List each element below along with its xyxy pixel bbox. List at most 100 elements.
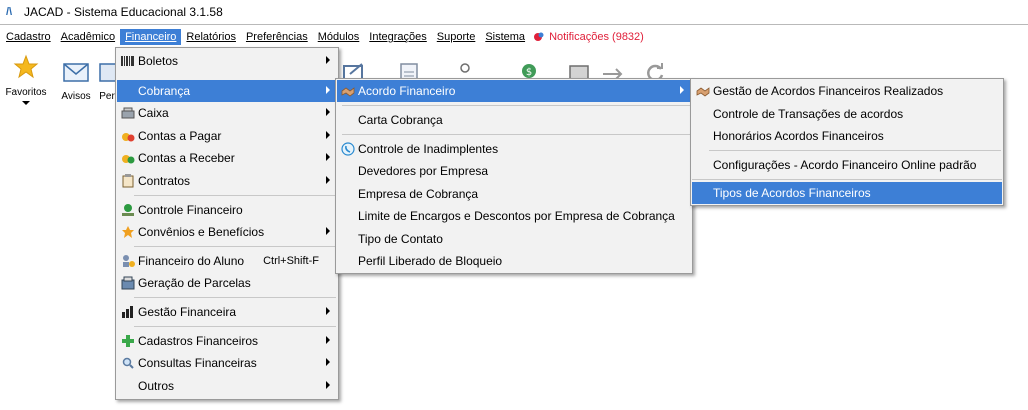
- cash-register-icon: [119, 105, 137, 121]
- money-hand-icon: [119, 202, 137, 218]
- menu-item-consultas-financeiras-label: Consultas Financeiras: [138, 356, 257, 370]
- submenu-arrow-icon: [326, 176, 330, 184]
- menu-item-honorarios[interactable]: Honorários Acordos Financeiros: [692, 125, 1002, 147]
- menu-relatorios[interactable]: Relatórios: [181, 29, 241, 45]
- menu-item-caixa[interactable]: Caixa: [117, 102, 337, 124]
- avisos-button[interactable]: Avisos: [56, 62, 96, 102]
- menu-item-configuracoes-label: Configurações - Acordo Financeiro Online…: [713, 158, 977, 172]
- blank-icon: [694, 185, 712, 201]
- menu-item-empresa-cobranca[interactable]: Empresa de Cobrança: [337, 183, 691, 205]
- blank-icon: [339, 163, 357, 179]
- menu-item-contas-pagar[interactable]: Contas a Pagar: [117, 125, 337, 147]
- menu-item-contas-pagar-label: Contas a Pagar: [138, 129, 222, 143]
- clipboard-icon: [119, 173, 137, 189]
- avisos-label: Avisos: [61, 91, 91, 102]
- menu-item-carta-cobranca[interactable]: Carta Cobrança: [337, 109, 691, 131]
- menu-item-caixa-label: Caixa: [138, 106, 169, 120]
- mail-icon: [63, 63, 89, 82]
- menu-preferencias[interactable]: Preferências: [241, 29, 313, 45]
- menu-item-gestao-acordos-label: Gestão de Acordos Financeiros Realizados: [713, 84, 944, 98]
- notification-icon: [534, 32, 544, 41]
- coins-minus-icon: [119, 128, 137, 144]
- menu-financeiro[interactable]: Financeiro: [120, 29, 182, 45]
- menu-cadastro[interactable]: Cadastro: [1, 29, 56, 45]
- search-icon: [119, 355, 137, 371]
- title-divider: [0, 24, 1028, 25]
- menu-item-honorarios-label: Honorários Acordos Financeiros: [713, 129, 884, 143]
- menu-item-geracao-parcelas-label: Geração de Parcelas: [138, 276, 251, 290]
- menu-item-tipos-acordos[interactable]: Tipos de Acordos Financeiros: [692, 182, 1002, 204]
- handshake-icon: [694, 83, 712, 99]
- menu-separator: [342, 105, 690, 106]
- notifications-menu[interactable]: Notificações (9832): [534, 31, 644, 43]
- blank-icon: [119, 378, 137, 394]
- menu-item-tipo-contato[interactable]: Tipo de Contato: [337, 228, 691, 250]
- submenu-arrow-icon: [326, 307, 330, 315]
- menu-item-gestao-financeira[interactable]: Gestão Financeira: [117, 301, 337, 323]
- menu-item-controle-transacoes[interactable]: Controle de Transações de acordos: [692, 103, 1002, 125]
- menu-item-devedores-empresa[interactable]: Devedores por Empresa: [337, 160, 691, 182]
- menu-item-acordo-financeiro-label: Acordo Financeiro: [358, 84, 456, 98]
- window-title: JACAD - Sistema Educacional 3.1.58: [24, 5, 223, 19]
- menu-item-boletos[interactable]: Boletos: [117, 50, 337, 72]
- menu-suporte[interactable]: Suporte: [432, 29, 481, 45]
- blank-icon: [339, 231, 357, 247]
- menu-item-perfil-bloqueio[interactable]: Perfil Liberado de Bloqueio: [337, 250, 691, 272]
- menu-item-empresa-cobranca-label: Empresa de Cobrança: [358, 187, 479, 201]
- submenu-arrow-icon: [326, 86, 330, 94]
- partial-toolbar-button[interactable]: Per: [98, 62, 116, 102]
- star-icon: [119, 224, 137, 240]
- blank-icon: [694, 106, 712, 122]
- menu-item-cobranca[interactable]: Cobrança: [117, 80, 337, 102]
- shortcut-label: Ctrl+Shift-F: [263, 255, 319, 267]
- app-logo-icon: /\: [6, 6, 13, 18]
- submenu-arrow-icon: [326, 336, 330, 344]
- phone-icon: [339, 141, 357, 157]
- menu-item-cadastros-financeiros[interactable]: Cadastros Financeiros: [117, 330, 337, 352]
- submenu-arrow-icon: [326, 227, 330, 235]
- menu-item-financeiro-aluno-label: Financeiro do Aluno: [138, 254, 245, 268]
- menu-item-boletos-label: Boletos: [138, 54, 179, 68]
- blank-icon: [694, 157, 712, 173]
- blank-icon: [339, 112, 357, 128]
- menu-item-acordo-financeiro[interactable]: Acordo Financeiro: [337, 80, 691, 102]
- menu-item-contratos-label: Contratos: [138, 174, 191, 188]
- menu-item-controle-financeiro-label: Controle Financeiro: [138, 203, 243, 217]
- menu-item-convenios[interactable]: Convênios e Benefícios: [117, 221, 337, 243]
- menu-item-devedores-empresa-label: Devedores por Empresa: [358, 164, 489, 178]
- blank-icon: [119, 83, 137, 99]
- calculator-icon: [119, 275, 137, 291]
- menu-item-geracao-parcelas[interactable]: Geração de Parcelas: [117, 272, 337, 294]
- menu-item-contratos[interactable]: Contratos: [117, 170, 337, 192]
- menu-item-outros[interactable]: Outros: [117, 375, 337, 397]
- menu-item-controle-inadimplentes[interactable]: Controle de Inadimplentes: [337, 138, 691, 160]
- menu-item-limite-encargos[interactable]: Limite de Encargos e Descontos por Empre…: [337, 205, 691, 227]
- notifications-label: Notificações (9832): [549, 31, 644, 43]
- menu-item-controle-financeiro[interactable]: Controle Financeiro: [117, 199, 337, 221]
- menu-item-contas-receber[interactable]: Contas a Receber: [117, 147, 337, 169]
- menu-modulos[interactable]: Módulos: [313, 29, 365, 45]
- chevron-down-icon: [22, 101, 30, 105]
- menu-item-contas-receber-label: Contas a Receber: [138, 151, 235, 165]
- blank-icon: [694, 128, 712, 144]
- menu-item-cobranca-label: Cobrança: [138, 84, 191, 98]
- bar-chart-icon: [119, 304, 137, 320]
- blank-icon: [339, 253, 357, 269]
- favoritos-button[interactable]: Favoritos: [4, 54, 48, 105]
- menu-item-carta-cobranca-label: Carta Cobrança: [358, 113, 443, 127]
- menu-separator: [342, 134, 690, 135]
- menu-item-perfil-bloqueio-label: Perfil Liberado de Bloqueio: [358, 254, 503, 268]
- menu-separator: [134, 195, 336, 196]
- menu-item-consultas-financeiras[interactable]: Consultas Financeiras: [117, 352, 337, 374]
- menu-item-tipo-contato-label: Tipo de Contato: [358, 232, 443, 246]
- menu-academico[interactable]: Acadêmico: [56, 29, 120, 45]
- cobranca-submenu: Acordo Financeiro Carta Cobrança Control…: [335, 78, 693, 274]
- blank-icon: [339, 208, 357, 224]
- menu-item-configuracoes[interactable]: Configurações - Acordo Financeiro Online…: [692, 154, 1002, 176]
- menu-item-financeiro-aluno[interactable]: Financeiro do Aluno Ctrl+Shift-F: [117, 250, 337, 272]
- menu-separator: [709, 150, 1001, 151]
- menu-integracoes[interactable]: Integrações: [364, 29, 431, 45]
- menu-item-tipos-acordos-label: Tipos de Acordos Financeiros: [713, 186, 871, 200]
- menu-item-gestao-acordos[interactable]: Gestão de Acordos Financeiros Realizados: [692, 80, 1002, 102]
- menu-sistema[interactable]: Sistema: [480, 29, 530, 45]
